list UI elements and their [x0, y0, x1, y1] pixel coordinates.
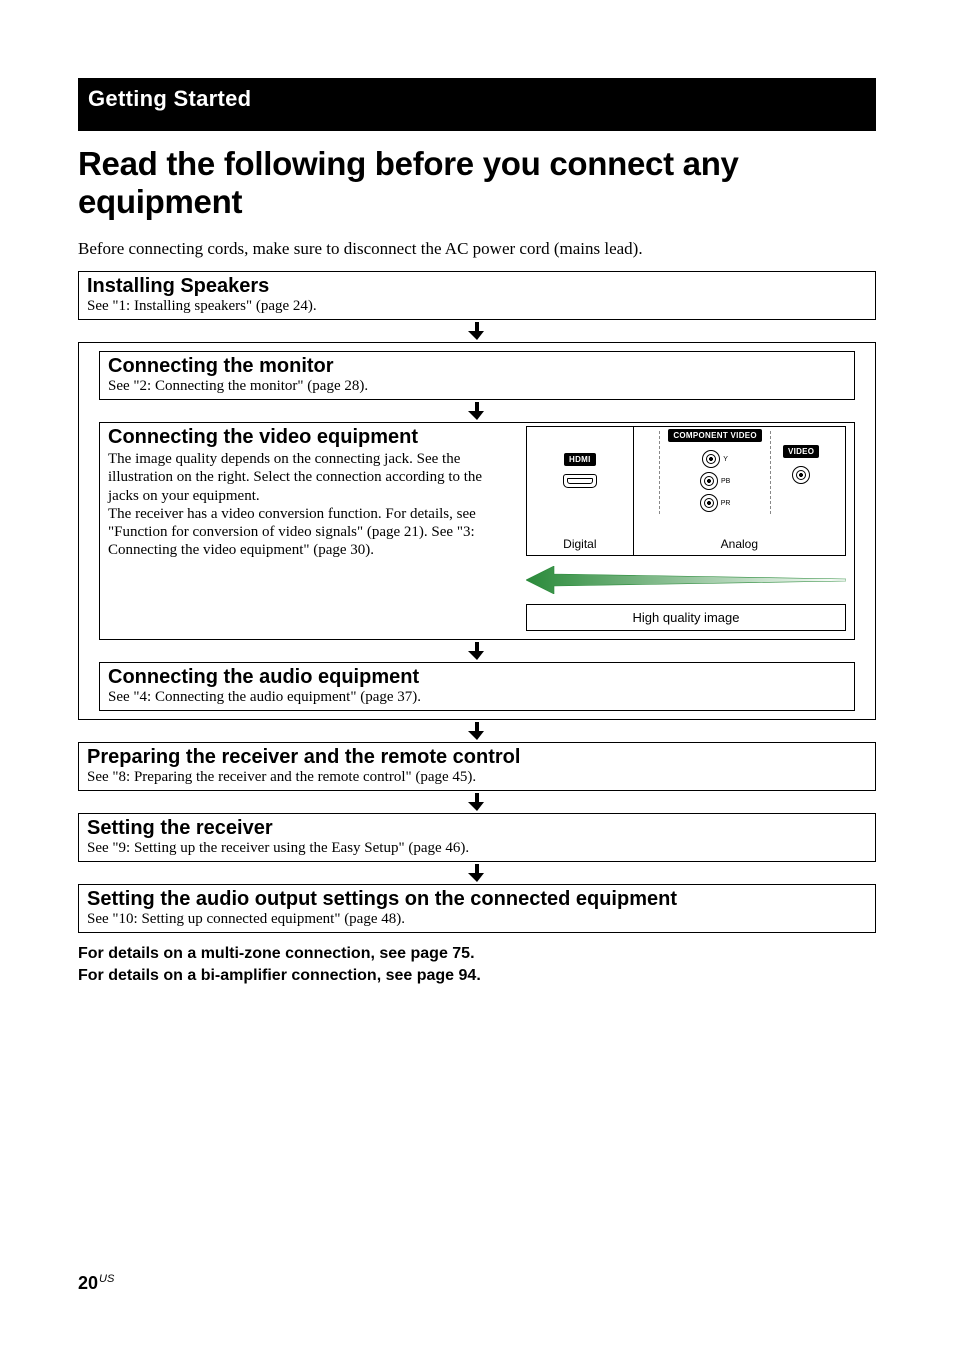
flow-arrow [78, 793, 876, 811]
section-tab: Getting Started [78, 78, 876, 119]
intro-text: Before connecting cords, make sure to di… [78, 239, 876, 259]
page-number: 20US [78, 1273, 114, 1294]
flow-arrow [78, 322, 876, 340]
composite-column: VIDEO [783, 431, 819, 486]
step-heading: Preparing the receiver and the remote co… [87, 746, 867, 769]
step-heading: Connecting the video equipment [108, 426, 510, 449]
rca-jack-icon [700, 472, 718, 490]
step-ref: See "1: Installing speakers" (page 24). [87, 298, 867, 315]
digital-label: Digital [563, 537, 596, 555]
hdmi-port-icon [563, 474, 597, 488]
video-quality-panel: HDMI Digital COMPONENT VIDEO Y PB PR [526, 426, 846, 631]
step-heading: Setting the audio output settings on the… [87, 888, 867, 911]
arrow-down-icon [468, 864, 486, 882]
analog-label: Analog [721, 537, 758, 555]
video-badge: VIDEO [783, 445, 819, 458]
step-setting-receiver: Setting the receiver See "9: Setting up … [78, 813, 876, 862]
arrow-down-icon [468, 322, 486, 340]
rca-jack-icon [792, 466, 810, 484]
flow-arrow [78, 864, 876, 882]
page-region: US [99, 1273, 114, 1285]
footer-line-1: For details on a multi-zone connection, … [78, 943, 876, 965]
step-heading: Connecting the monitor [108, 355, 846, 378]
page-title: Read the following before you connect an… [78, 145, 876, 221]
component-badge: COMPONENT VIDEO [668, 429, 762, 442]
step-heading: Installing Speakers [87, 275, 867, 298]
arrow-down-icon [468, 793, 486, 811]
flow-arrow [79, 642, 875, 660]
pb-label: PB [721, 478, 730, 485]
step-installing-speakers: Installing Speakers See "1: Installing s… [78, 271, 876, 320]
flow-arrow [78, 722, 876, 740]
high-quality-label: High quality image [526, 604, 846, 631]
arrow-down-icon [468, 722, 486, 740]
step-connecting-video: Connecting the video equipment The image… [99, 422, 855, 640]
step-ref: See "9: Setting up the receiver using th… [87, 840, 867, 857]
connect-group: Connecting the monitor See "2: Connectin… [78, 342, 876, 720]
step-connecting-monitor: Connecting the monitor See "2: Connectin… [99, 351, 855, 400]
step-preparing-receiver: Preparing the receiver and the remote co… [78, 742, 876, 791]
step-description: The image quality depends on the connect… [108, 450, 510, 560]
footer-notes: For details on a multi-zone connection, … [78, 943, 876, 986]
footer-line-2: For details on a bi-amplifier connection… [78, 965, 876, 987]
step-ref: See "4: Connecting the audio equipment" … [108, 689, 846, 706]
arrow-down-icon [468, 642, 486, 660]
page-number-value: 20 [78, 1273, 98, 1293]
quality-gradient-arrow [526, 566, 846, 594]
y-label: Y [723, 456, 728, 463]
section-divider-bar [78, 119, 876, 131]
step-setting-audio-output: Setting the audio output settings on the… [78, 884, 876, 933]
step-ref: See "10: Setting up connected equipment"… [87, 911, 867, 928]
arrow-down-icon [468, 402, 486, 420]
step-ref: See "8: Preparing the receiver and the r… [87, 769, 867, 786]
hdmi-badge: HDMI [564, 453, 596, 466]
step-heading: Setting the receiver [87, 817, 867, 840]
step-heading: Connecting the audio equipment [108, 666, 846, 689]
step-connecting-audio: Connecting the audio equipment See "4: C… [99, 662, 855, 711]
step-ref: See "2: Connecting the monitor" (page 28… [108, 378, 846, 395]
rca-jack-icon [700, 494, 718, 512]
rca-jack-icon [702, 450, 720, 468]
pr-label: PR [721, 500, 731, 507]
flow-arrow [79, 402, 875, 420]
hdmi-column: HDMI Digital [527, 427, 633, 555]
component-column: COMPONENT VIDEO Y PB PR [659, 431, 771, 514]
